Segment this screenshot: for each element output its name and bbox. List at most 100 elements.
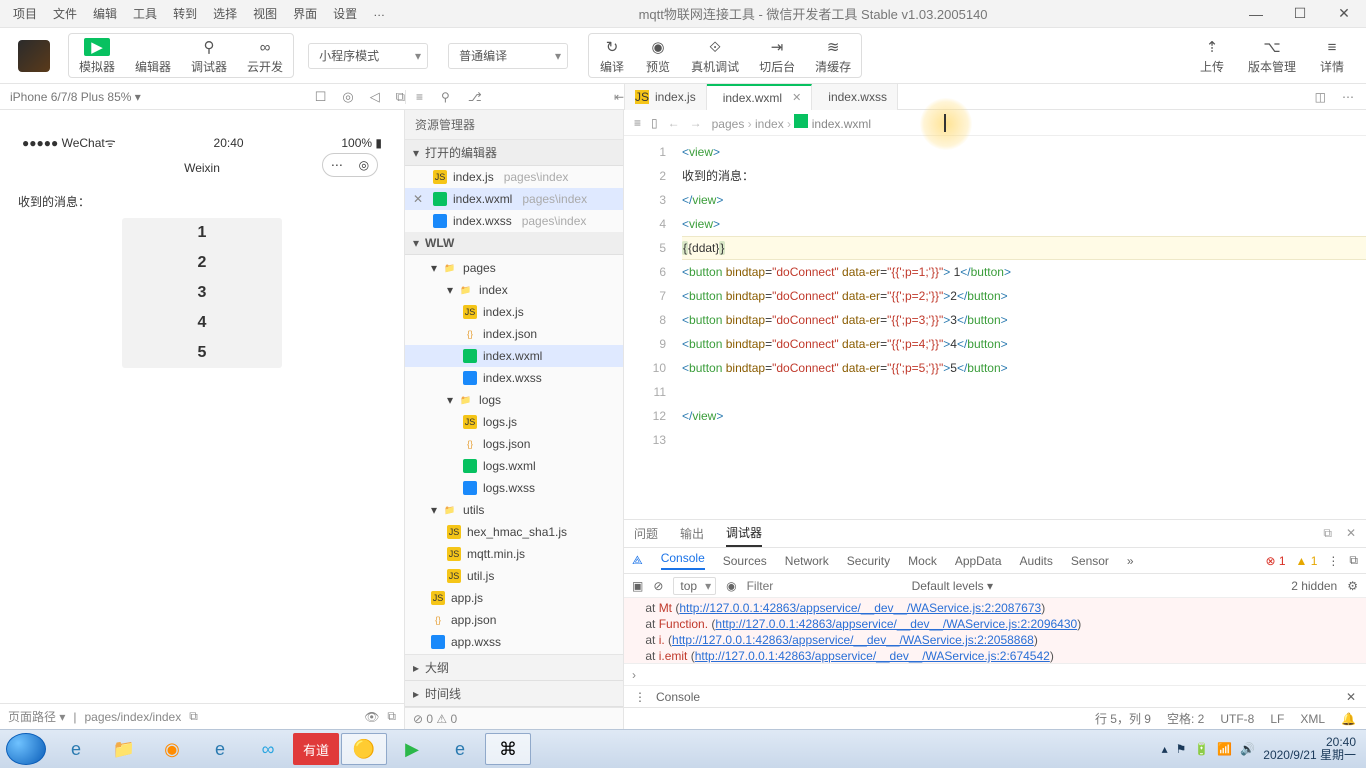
record-icon[interactable]: ◎ <box>342 89 353 105</box>
start-button[interactable] <box>6 733 46 765</box>
language-mode[interactable]: XML <box>1300 712 1325 726</box>
file-node[interactable]: logs.wxml <box>405 455 623 477</box>
device-select[interactable]: iPhone 6/7/8 Plus 85% ▾ <box>10 90 141 104</box>
toolbtn-main-0[interactable]: ▶模拟器 <box>69 34 125 77</box>
devtools-tab-console[interactable]: Console <box>661 551 705 570</box>
filter-input[interactable] <box>747 579 902 593</box>
console-drawer-icon[interactable]: ⋮ <box>634 690 646 704</box>
menu-item[interactable]: 选择 <box>206 2 244 25</box>
file-node[interactable]: JSapp.js <box>405 587 623 609</box>
toolbtn-mid-0[interactable]: ↻编译 <box>589 34 635 77</box>
mute-icon[interactable]: ☐ <box>315 89 327 105</box>
devtools-tab-audits[interactable]: Audits <box>1020 554 1053 568</box>
encoding[interactable]: UTF-8 <box>1220 712 1254 726</box>
editor-tab-index.wxml[interactable]: index.wxml✕ <box>707 84 813 110</box>
open-editor-item[interactable]: ✕index.wxmlpages\index <box>405 188 623 210</box>
file-node[interactable]: index.wxss <box>405 367 623 389</box>
tab-debugger[interactable]: 调试器 <box>726 520 762 547</box>
tray-icon[interactable]: 🔋 <box>1194 742 1209 756</box>
file-node[interactable]: index.wxml <box>405 345 623 367</box>
taskbar-media-icon[interactable]: ◉ <box>149 733 195 765</box>
project-section[interactable]: ▾WLW <box>405 232 623 255</box>
window-close-button[interactable]: ✕ <box>1322 0 1366 28</box>
devtools-more-icon[interactable]: » <box>1127 554 1134 568</box>
file-node[interactable]: {}app.json <box>405 609 623 631</box>
list-icon[interactable]: ≡ <box>416 90 423 104</box>
warning-badge[interactable]: ▲ 1 <box>1296 554 1318 568</box>
outline-section[interactable]: ▸大纲 <box>405 655 623 681</box>
menu-item[interactable]: 视图 <box>246 2 284 25</box>
outline-toggle-icon[interactable]: ≡ <box>634 116 641 130</box>
tab-output[interactable]: 输出 <box>680 521 704 546</box>
mode-select[interactable]: 小程序模式 <box>308 43 428 69</box>
tray-icon[interactable]: 🔊 <box>1240 742 1255 756</box>
file-node[interactable]: JSutil.js <box>405 565 623 587</box>
branch-icon[interactable]: ⎇ <box>468 90 482 104</box>
file-node[interactable]: logs.wxss <box>405 477 623 499</box>
split-editor-icon[interactable]: ◫ <box>1315 90 1326 104</box>
eye-settings-icon[interactable]: ◉ <box>726 579 736 593</box>
folder-node[interactable]: ▾ 📁utils <box>405 499 623 521</box>
tray-up-icon[interactable]: ▴ <box>1162 742 1168 756</box>
toolbtn-right-2[interactable]: ≡详情 <box>1306 34 1358 77</box>
toolbtn-main-2[interactable]: ⚲调试器 <box>181 34 237 77</box>
cut-icon[interactable]: ◁ <box>370 89 380 105</box>
tray-icon[interactable]: ⚑ <box>1176 742 1187 756</box>
menu-item[interactable]: 界面 <box>286 2 324 25</box>
open-editor-item[interactable]: index.wxsspages\index <box>405 210 623 232</box>
bookmark-icon[interactable]: ▯ <box>651 116 658 130</box>
problems-status[interactable]: ⊘ 0 ⚠ 0 <box>405 707 623 729</box>
detach-sim-icon[interactable]: ⧉ <box>387 709 396 724</box>
devtools-tab-network[interactable]: Network <box>785 554 829 568</box>
taskbar-ie-icon[interactable]: e <box>53 733 99 765</box>
file-node[interactable]: JSlogs.js <box>405 411 623 433</box>
more-editor-icon[interactable]: ⋯ <box>1342 90 1354 104</box>
taskbar-terminal-icon[interactable]: ⌘ <box>485 733 531 765</box>
search-icon[interactable]: ⚲ <box>441 90 450 104</box>
taskbar-app1-icon[interactable]: ∞ <box>245 733 291 765</box>
close-tab-icon[interactable]: ✕ <box>792 91 801 104</box>
sim-button[interactable]: 1 <box>122 218 282 248</box>
toolbtn-right-0[interactable]: ⇡上传 <box>1186 34 1238 77</box>
tab-problems[interactable]: 问题 <box>634 521 658 546</box>
nav-back-icon[interactable]: ← <box>668 116 680 130</box>
devtools-tab-security[interactable]: Security <box>847 554 890 568</box>
copy-icon[interactable]: ⧉ <box>189 709 198 724</box>
levels-select[interactable]: Default levels ▾ <box>912 579 993 593</box>
file-node[interactable]: {}logs.json <box>405 433 623 455</box>
folder-node[interactable]: ▾ 📁logs <box>405 389 623 411</box>
window-minimize-button[interactable]: — <box>1234 0 1278 28</box>
nav-fwd-icon[interactable]: → <box>690 116 702 130</box>
menu-item[interactable]: … <box>366 2 392 25</box>
indent-setting[interactable]: 空格: 2 <box>1167 710 1204 727</box>
sim-button[interactable]: 2 <box>122 248 282 278</box>
context-select[interactable]: top <box>673 577 716 595</box>
console-play-icon[interactable]: ▣ <box>632 579 643 593</box>
open-editors-section[interactable]: ▾打开的编辑器 <box>405 140 623 166</box>
hidden-count[interactable]: 2 hidden <box>1291 579 1337 593</box>
sim-button[interactable]: 3 <box>122 278 282 308</box>
menu-item[interactable]: 转到 <box>166 2 204 25</box>
devtools-tab-sensor[interactable]: Sensor <box>1071 554 1109 568</box>
taskbar-video-icon[interactable]: ▶ <box>389 733 435 765</box>
taskbar-explorer-icon[interactable]: 📁 <box>101 733 147 765</box>
inspect-icon[interactable]: ⟁ <box>632 553 643 568</box>
taskbar-ie2-icon[interactable]: e <box>437 733 483 765</box>
devtools-tab-mock[interactable]: Mock <box>908 554 937 568</box>
compile-select[interactable]: 普通编译 <box>448 43 568 69</box>
console-drawer-label[interactable]: Console <box>656 690 700 704</box>
devtools-tab-sources[interactable]: Sources <box>723 554 767 568</box>
menu-item[interactable]: 项目 <box>6 2 44 25</box>
console-settings-icon[interactable]: ⚙ <box>1347 579 1358 593</box>
menu-item[interactable]: 设置 <box>326 2 364 25</box>
taskbar-youdao-icon[interactable]: 有道 <box>293 733 339 765</box>
collapse-icon[interactable]: ⇤ <box>614 90 624 104</box>
sim-button[interactable]: 5 <box>122 338 282 368</box>
notification-icon[interactable]: 🔔 <box>1341 712 1356 726</box>
toolbtn-mid-4[interactable]: ≋清缓存 <box>805 34 861 77</box>
file-node[interactable]: {}index.json <box>405 323 623 345</box>
devtools-menu-icon[interactable]: ⋮ <box>1327 554 1339 568</box>
panel-close-icon[interactable]: ✕ <box>1346 526 1356 541</box>
error-badge[interactable]: ⊗ 1 <box>1265 554 1285 568</box>
drawer-close-icon[interactable]: ✕ <box>1346 690 1356 704</box>
